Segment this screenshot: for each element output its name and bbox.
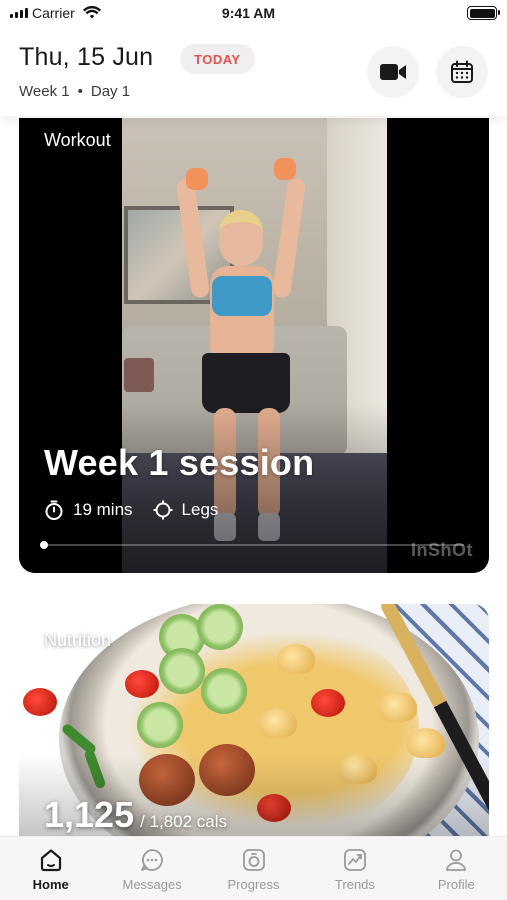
wifi-icon [82,6,101,19]
status-time: 9:41 AM [221,5,276,21]
video-progress-handle[interactable] [40,541,48,549]
progress-icon [242,849,265,871]
calorie-summary: 1,125 / 1,802 cals [44,794,227,836]
status-left: Carrier [10,5,180,21]
tab-progress[interactable]: Progress [203,837,304,900]
tab-messages[interactable]: Messages [101,837,202,900]
carrier-label: Carrier [32,5,75,21]
today-badge[interactable]: TODAY [180,44,255,74]
nutrition-card[interactable]: Nutrition 1,125 / 1,802 cals [19,604,489,844]
tab-progress-label: Progress [227,877,280,892]
tab-profile[interactable]: Profile [406,837,507,900]
chat-icon [141,849,163,871]
video-camera-icon [380,64,406,80]
tab-profile-label: Profile [437,877,475,892]
calendar-button[interactable] [436,46,488,98]
date-title: Thu, 15 Jun [19,43,154,71]
day-label: Day 1 [90,83,131,100]
tab-trends[interactable]: Trends [304,837,405,900]
calories-consumed: 1,125 [44,794,135,835]
nutrition-card-label: Nutrition [44,630,112,650]
separator-dot: • [77,83,83,100]
workout-title: Week 1 session [44,442,315,483]
tab-trends-label: Trends [334,877,375,892]
calendar-icon [451,60,473,83]
workout-meta: 19 mins Legs [44,500,230,520]
workout-card[interactable]: Workout Week 1 session 19 mins Legs InSh… [19,118,489,573]
week-day-line: Week 1 • Day 1 [19,83,130,100]
status-bar: Carrier 9:41 AM [0,0,507,26]
workout-duration: 19 mins [73,500,133,519]
battery-icon [467,6,500,20]
workout-card-label: Workout [44,130,111,150]
bottom-tab-bar: Home Messages Progress Trends Profile [0,836,507,900]
workout-focus: Legs [181,500,219,519]
signal-icon [10,8,28,18]
stopwatch-icon [45,500,63,520]
tab-home-label: Home [32,877,69,892]
week-label: Week 1 [19,83,70,100]
trends-icon [344,849,366,871]
video-progress-bar[interactable] [40,541,464,549]
inshot-watermark: InShOt [411,540,473,560]
tab-home[interactable]: Home [0,837,101,900]
calories-target: / 1,802 cals [140,812,228,831]
header: Thu, 15 Jun TODAY Week 1 • Day 1 [0,26,507,116]
tab-messages-label: Messages [122,877,182,892]
video-call-button[interactable] [367,46,419,98]
target-icon [153,500,173,520]
home-icon [40,849,61,872]
person-icon [446,849,467,871]
